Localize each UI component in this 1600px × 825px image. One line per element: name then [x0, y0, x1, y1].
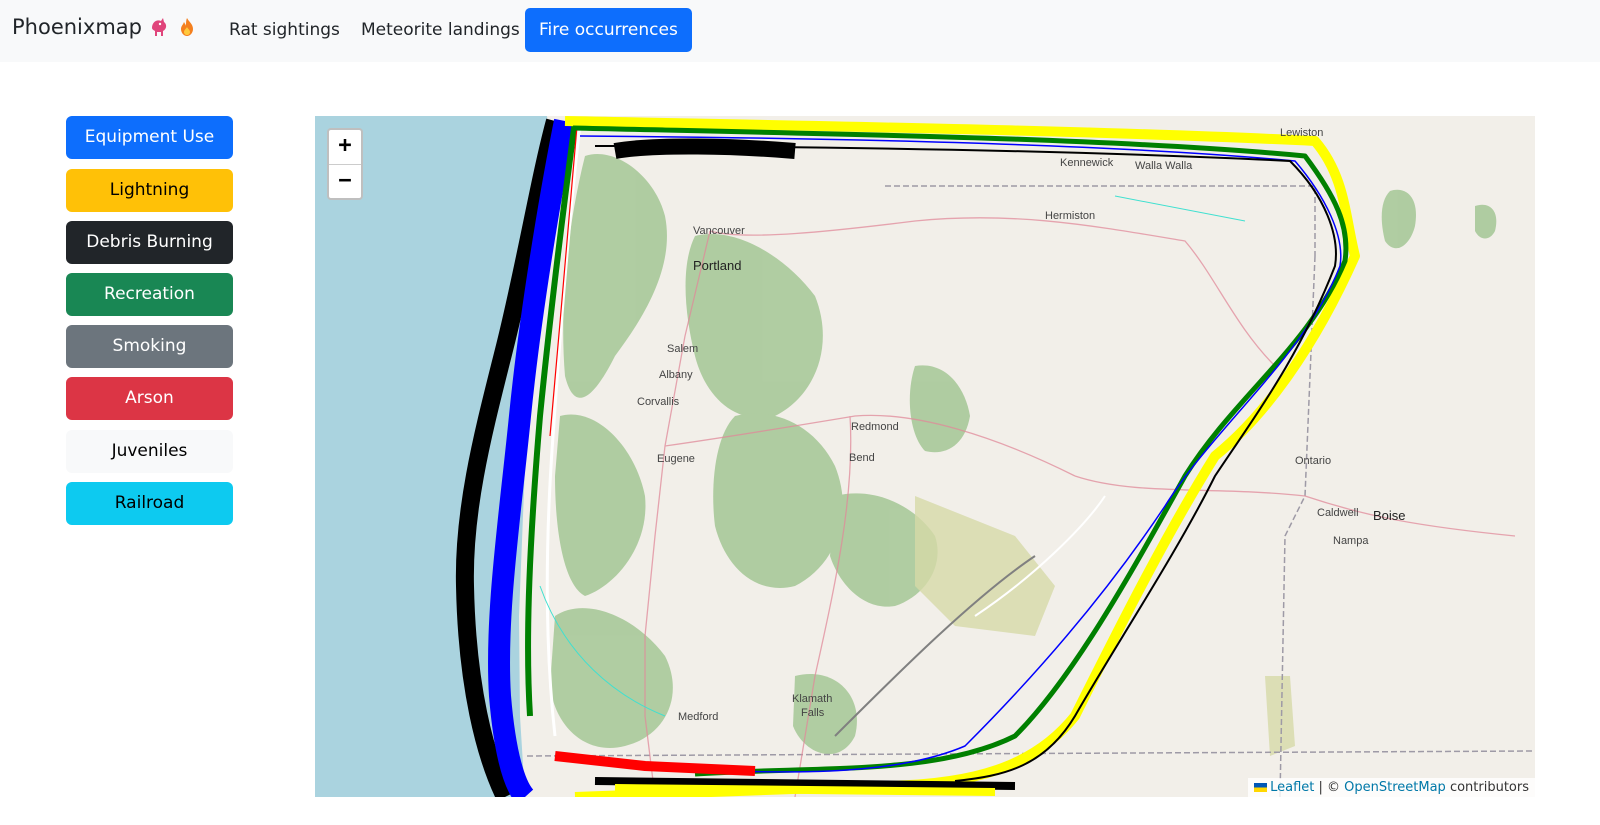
zoom-out-button[interactable]: −: [329, 164, 361, 198]
place-bend: Bend: [849, 452, 875, 464]
fire-icon: [180, 18, 193, 36]
zoom-control: + −: [327, 128, 363, 200]
place-eugene: Eugene: [657, 453, 695, 465]
place-caldwell: Caldwell: [1317, 507, 1359, 519]
brand[interactable]: Phoenixmap: [12, 15, 198, 39]
place-salem: Salem: [667, 343, 698, 355]
lightning-button[interactable]: Lightning: [66, 169, 233, 212]
place-klamath: Klamath: [792, 693, 832, 705]
recreation-button[interactable]: Recreation: [66, 273, 233, 316]
place-falls: Falls: [801, 707, 825, 719]
nav-meteorite-landings[interactable]: Meteorite landings: [347, 8, 534, 52]
leaflet-link[interactable]: Leaflet: [1270, 780, 1314, 795]
place-walla-walla: Walla Walla: [1135, 160, 1193, 172]
phoenix-bird-icon: [151, 18, 167, 36]
zoom-in-button[interactable]: +: [329, 130, 361, 164]
ukraine-flag-icon: [1254, 783, 1268, 792]
attribution-separator: | ©: [1314, 780, 1345, 795]
place-hermiston: Hermiston: [1045, 210, 1095, 222]
smoking-button[interactable]: Smoking: [66, 325, 233, 368]
top-navbar: Phoenixmap Rat sightings Meteorite landi…: [0, 0, 1600, 62]
brand-title: Phoenixmap: [12, 15, 142, 39]
map-tiles: Lewiston Kennewick Walla Walla Hermiston…: [315, 116, 1535, 797]
equipment-use-button[interactable]: Equipment Use: [66, 116, 233, 159]
juveniles-button[interactable]: Juveniles: [66, 430, 233, 473]
place-nampa: Nampa: [1333, 535, 1369, 547]
place-kennewick: Kennewick: [1060, 157, 1114, 169]
place-corvallis: Corvallis: [637, 396, 680, 408]
dry-areas: [915, 496, 1295, 756]
openstreetmap-link[interactable]: OpenStreetMap: [1344, 780, 1446, 795]
nav-rat-sightings[interactable]: Rat sightings: [215, 8, 354, 52]
attribution-suffix: contributors: [1445, 780, 1529, 795]
place-portland: Portland: [693, 258, 741, 273]
railroad-button[interactable]: Railroad: [66, 482, 233, 525]
state-borders: [526, 185, 1535, 797]
place-boise: Boise: [1373, 508, 1406, 523]
place-lewiston: Lewiston: [1280, 127, 1323, 139]
place-ontario: Ontario: [1295, 455, 1331, 467]
map-view[interactable]: Lewiston Kennewick Walla Walla Hermiston…: [315, 116, 1535, 797]
place-vancouver: Vancouver: [693, 225, 745, 237]
map-attribution: Leaflet | © OpenStreetMap contributors: [1248, 778, 1535, 797]
place-albany: Albany: [659, 369, 693, 381]
arson-button[interactable]: Arson: [66, 377, 233, 420]
debris-burning-button[interactable]: Debris Burning: [66, 221, 233, 264]
place-medford: Medford: [678, 711, 718, 723]
place-redmond: Redmond: [851, 421, 899, 433]
nav-fire-occurrences[interactable]: Fire occurrences: [525, 8, 692, 52]
